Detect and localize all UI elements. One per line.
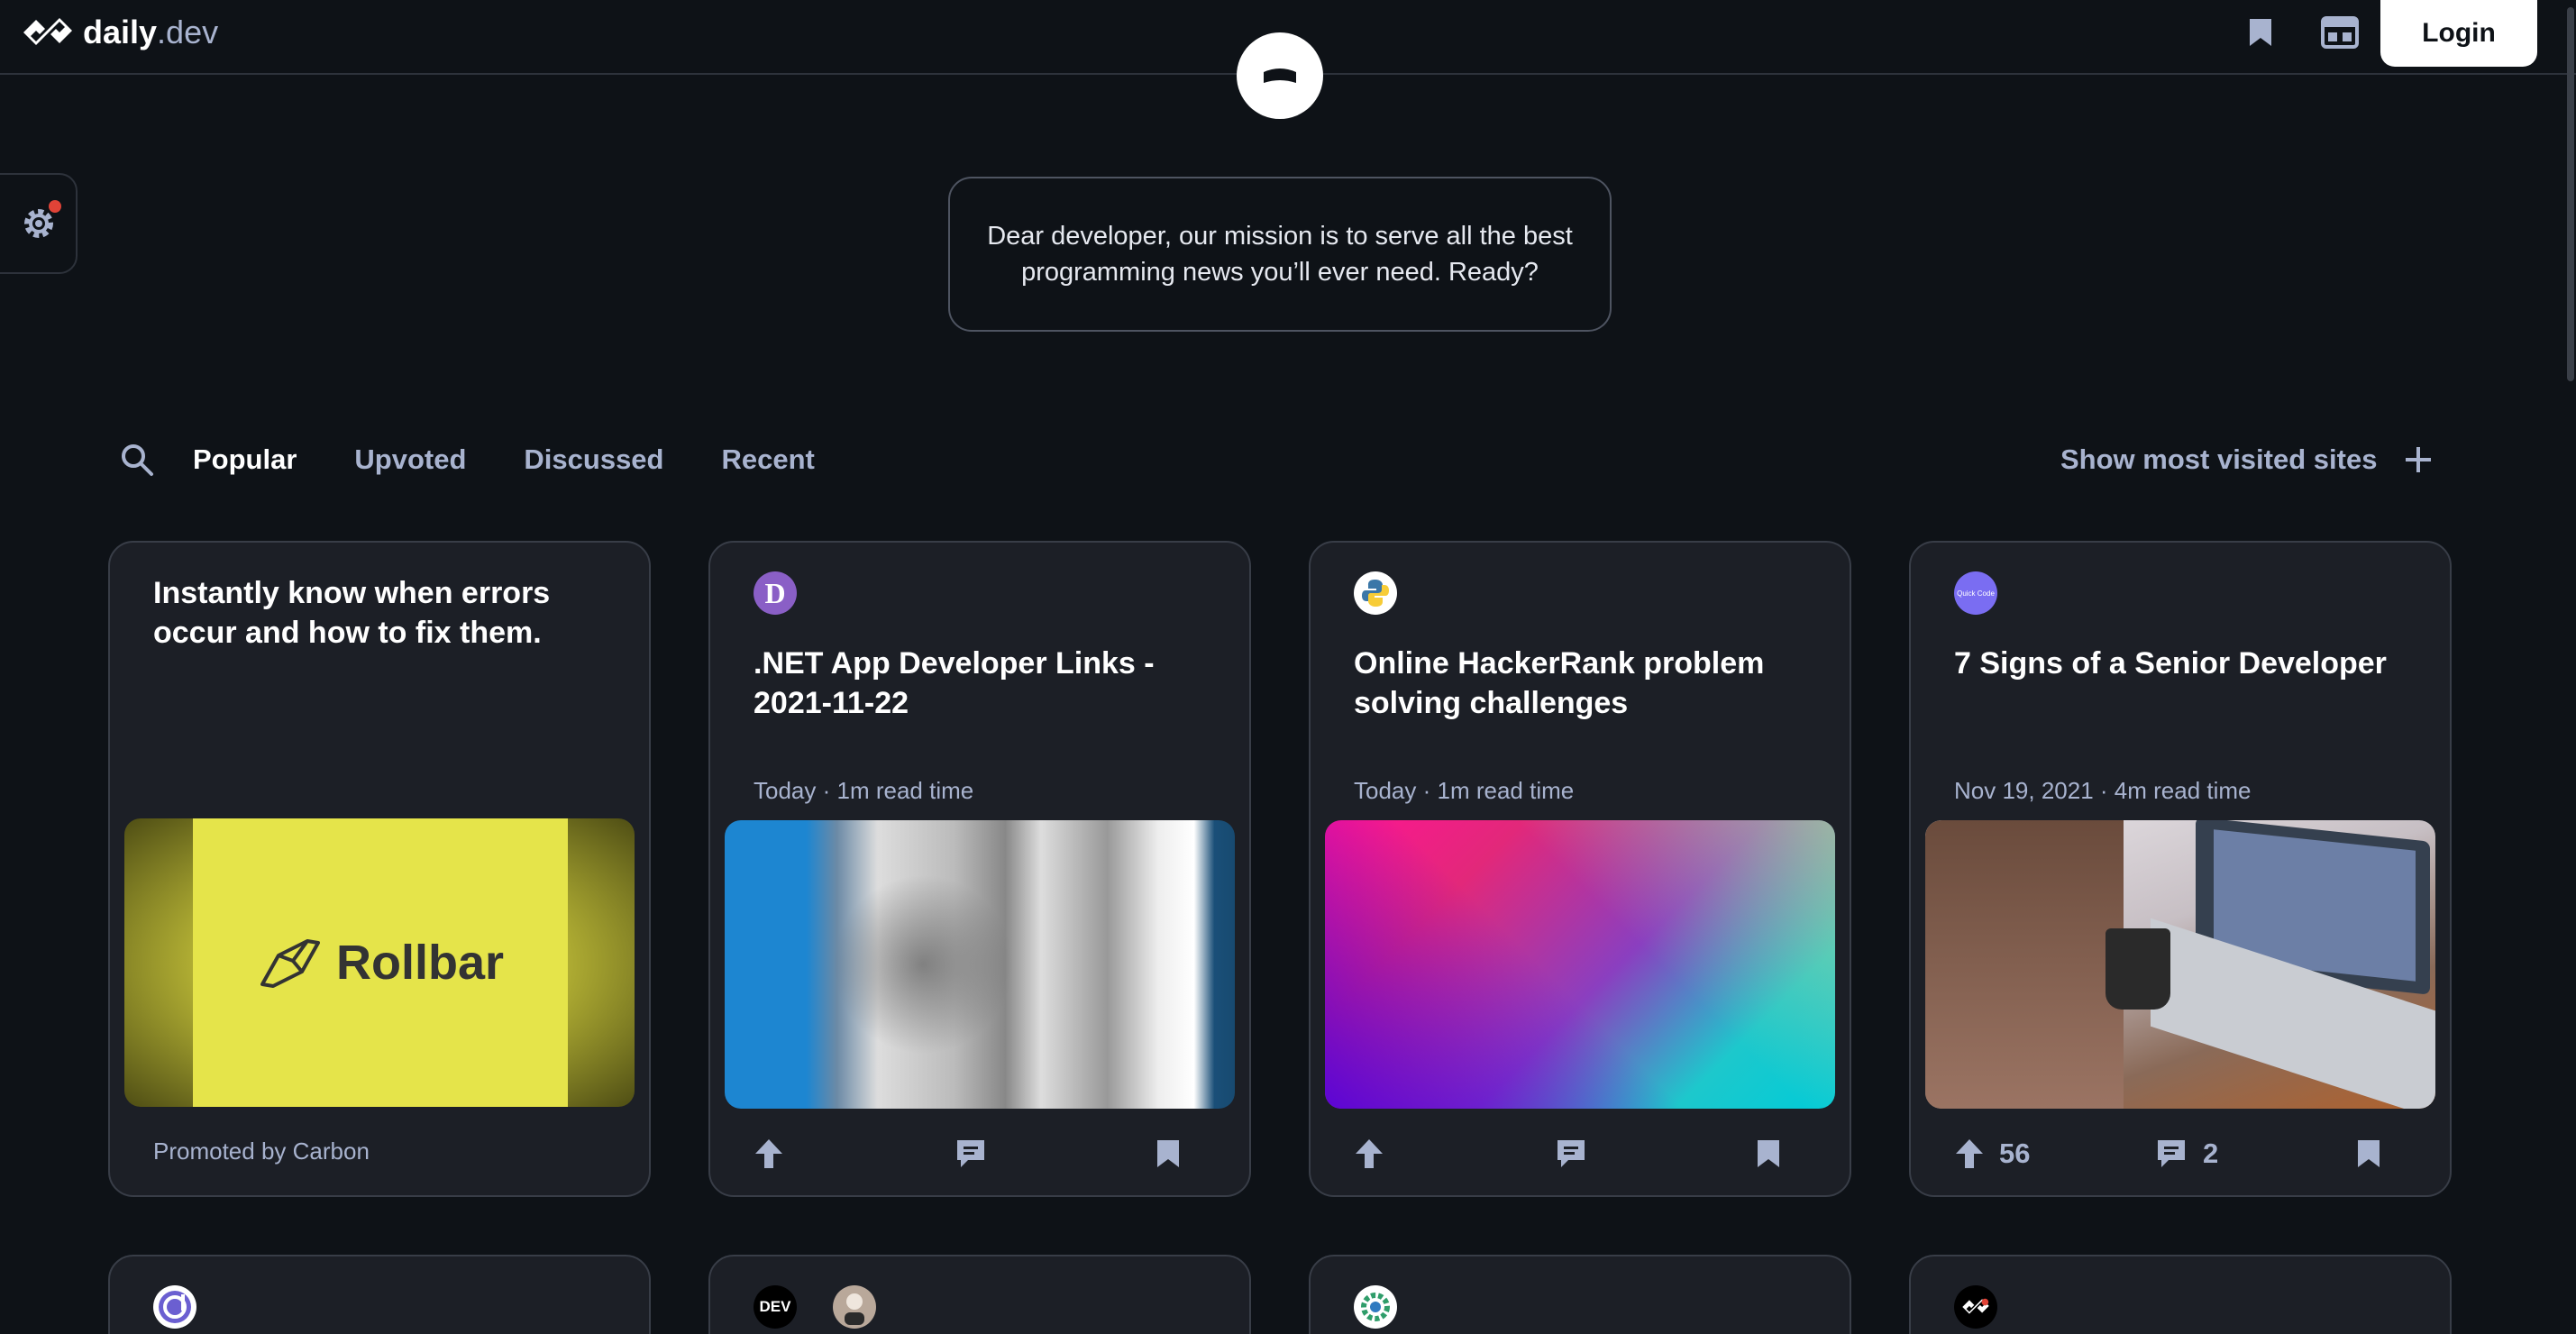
comment-button[interactable] (1554, 1127, 1588, 1181)
comment-button[interactable]: 2 (2154, 1127, 2218, 1181)
post-image (725, 820, 1235, 1109)
daily-dev-logo[interactable]: daily.dev (20, 13, 218, 52)
card-title[interactable]: Online HackerRank problem solving challe… (1354, 644, 1813, 723)
tab-upvoted[interactable]: Upvoted (354, 443, 466, 476)
python-icon[interactable] (1354, 571, 1397, 615)
card-actions (1311, 1127, 1850, 1181)
promoted-label: Promoted by Carbon (153, 1138, 370, 1165)
center-logo-badge[interactable] (1237, 32, 1323, 119)
upvote-button[interactable] (754, 1127, 784, 1181)
card-title[interactable]: 7 Signs of a Senior Developer (1954, 644, 2414, 683)
bookmark-icon (2358, 1140, 2380, 1167)
logo-text: daily.dev (83, 14, 219, 50)
login-button[interactable]: Login (2380, 0, 2537, 67)
post-card[interactable]: DEV (708, 1255, 1251, 1334)
bookmark-icon (1758, 1140, 1779, 1167)
rollbar-logo-icon (260, 939, 320, 988)
comment-icon (1557, 1140, 1585, 1167)
upvote-button[interactable] (1354, 1127, 1384, 1181)
post-card[interactable]: D .NET App Developer Links - 2021-11-22 … (708, 541, 1251, 1197)
card-actions: 56 2 (1911, 1127, 2450, 1181)
most-visited-label: Show most visited sites (2060, 443, 2378, 475)
daily-dev-logo-icon (23, 18, 72, 45)
mission-message: Dear developer, our mission is to serve … (948, 177, 1612, 332)
comment-count: 2 (2203, 1138, 2219, 1169)
search-icon[interactable] (117, 440, 157, 480)
cap-icon (1264, 69, 1296, 83)
post-image (1325, 820, 1835, 1109)
author-avatar[interactable] (833, 1285, 876, 1329)
card-title[interactable]: .NET App Developer Links - 2021-11-22 (754, 644, 1213, 723)
comment-icon (957, 1140, 984, 1167)
post-image (1925, 820, 2435, 1109)
comment-icon (2158, 1140, 2185, 1167)
upvote-button[interactable]: 56 (1954, 1127, 2030, 1181)
bookmark-button[interactable] (2356, 1127, 2381, 1181)
ad-brand-text: Rollbar (335, 936, 505, 990)
bookmark-icon (1157, 1140, 1179, 1167)
settings-tab[interactable] (0, 173, 78, 274)
bookmark-icon[interactable] (2239, 14, 2282, 50)
daily-dev-icon[interactable] (153, 1285, 196, 1329)
dev-to-icon[interactable]: DEV (754, 1285, 797, 1329)
bookmark-button[interactable] (1756, 1127, 1781, 1181)
plus-icon (2406, 447, 2432, 472)
post-card[interactable] (108, 1255, 651, 1334)
scrollbar-thumb[interactable] (2567, 7, 2574, 381)
show-most-visited-button[interactable]: Show most visited sites (2060, 438, 2433, 481)
promoted-card[interactable]: Instantly know when errors occur and how… (108, 541, 651, 1197)
comment-button[interactable] (954, 1127, 988, 1181)
upvote-icon (1356, 1139, 1383, 1168)
post-card[interactable]: Quick Code 7 Signs of a Senior Developer… (1909, 541, 2452, 1197)
source-avatar[interactable]: Quick Code (1954, 571, 1997, 615)
card-title: Instantly know when errors occur and how… (153, 576, 551, 650)
tab-recent[interactable]: Recent (721, 443, 814, 476)
upvote-icon (755, 1139, 782, 1168)
bookmark-button[interactable] (1156, 1127, 1181, 1181)
ad-image: Rollbar (124, 818, 635, 1107)
post-card[interactable] (1309, 1255, 1851, 1334)
post-card[interactable] (1909, 1255, 2452, 1334)
card-meta: Nov 19, 2021 · 4m read time (1954, 777, 2252, 804)
upvote-icon (1956, 1139, 1983, 1168)
card-actions (710, 1127, 1249, 1181)
daily-logo-icon[interactable] (1954, 1285, 1997, 1329)
notification-dot (49, 200, 61, 213)
tab-popular[interactable]: Popular (193, 443, 297, 476)
tab-discussed[interactable]: Discussed (524, 443, 663, 476)
card-meta: Today · 1m read time (1354, 777, 1575, 804)
layout-icon[interactable] (2318, 14, 2361, 50)
card-meta: Today · 1m read time (754, 777, 974, 804)
post-card[interactable]: Online HackerRank problem solving challe… (1309, 541, 1851, 1197)
source-avatar[interactable]: D (754, 571, 797, 615)
feed-tabs: Popular Upvoted Discussed Recent (117, 438, 872, 481)
gear-green-icon[interactable] (1354, 1285, 1397, 1329)
upvote-count: 56 (1999, 1138, 2031, 1169)
